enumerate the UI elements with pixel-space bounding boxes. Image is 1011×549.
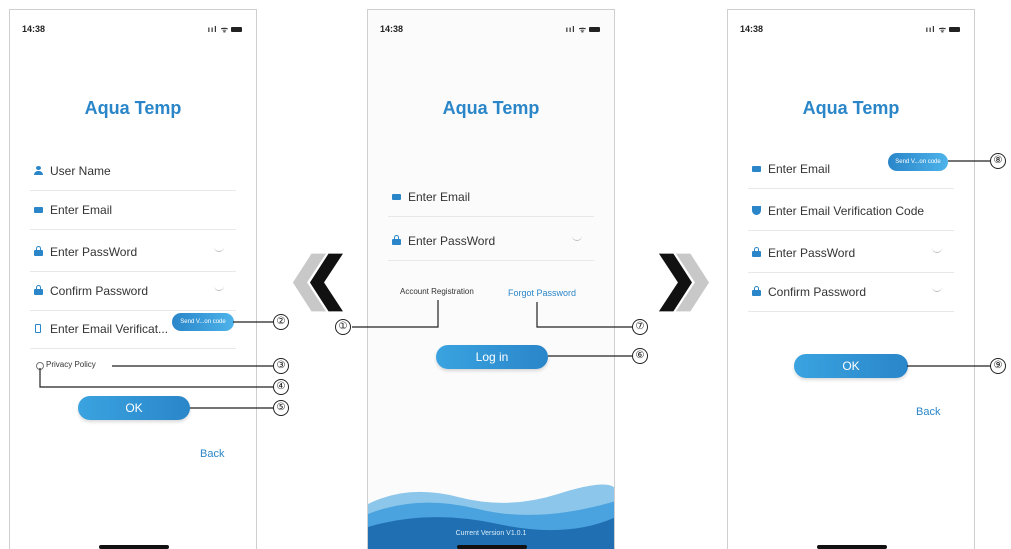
callout-2: ② <box>273 314 289 330</box>
callout-7: ⑦ <box>632 319 648 335</box>
callout-8: ⑧ <box>990 153 1006 169</box>
callout-9: ⑨ <box>990 358 1006 374</box>
callout-5: ⑤ <box>273 400 289 416</box>
callout-6: ⑥ <box>632 348 648 364</box>
callout-3: ③ <box>273 358 289 374</box>
callout-1: ① <box>335 319 351 335</box>
callout-4: ④ <box>273 379 289 395</box>
callout-leader-lines <box>39 160 990 409</box>
